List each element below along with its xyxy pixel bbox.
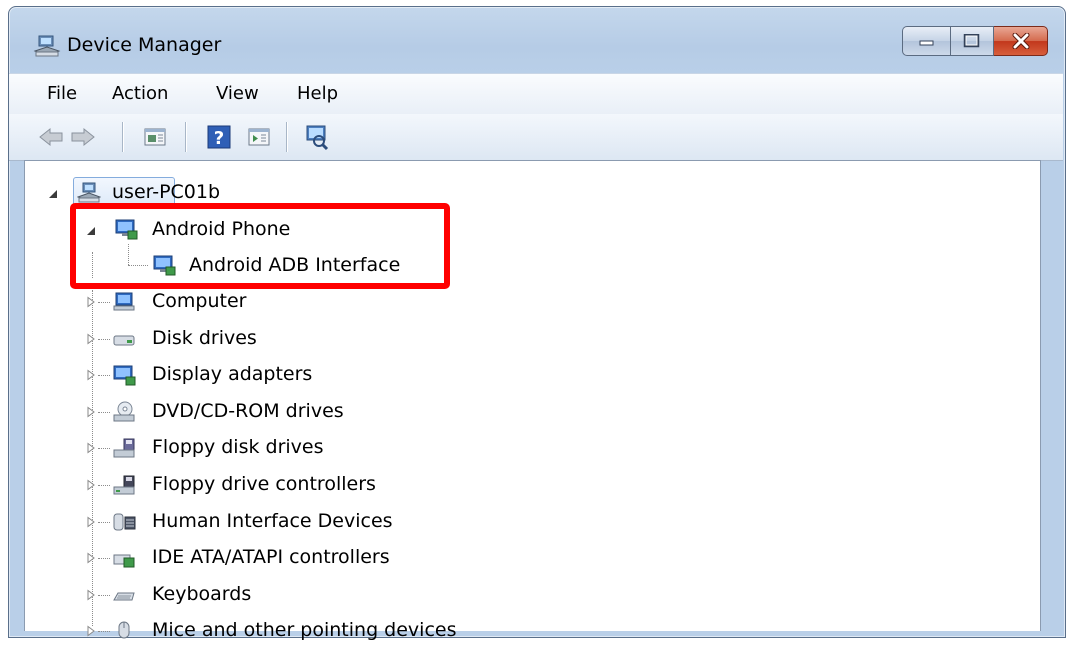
tree-guide: [98, 375, 110, 376]
expand-arrow-icon[interactable]: [85, 479, 97, 491]
menu-bar: File Action View Help: [9, 73, 1063, 115]
tree-guide: [98, 522, 110, 523]
tree-category-row[interactable]: Display adapters: [84, 358, 504, 392]
tree-guide: [98, 412, 110, 413]
tree-category-label: Display adapters: [152, 363, 313, 385]
tree-category-row[interactable]: IDE ATA/ATAPI controllers: [84, 541, 504, 575]
tree-guide: [98, 595, 110, 596]
tree-category-label: Keyboards: [152, 583, 252, 605]
toolbar-separator: [122, 122, 123, 152]
maximize-button[interactable]: [950, 26, 994, 56]
toolbar-separator: [286, 122, 287, 152]
tree-category-row[interactable]: Computer: [84, 285, 504, 319]
tree-category-label: DVD/CD-ROM drives: [152, 400, 344, 422]
tree-category-row[interactable]: Floppy drive controllers: [84, 468, 504, 502]
help-icon[interactable]: ?: [205, 123, 233, 151]
expand-arrow-icon[interactable]: [85, 625, 97, 637]
tree-category-label: Floppy drive controllers: [152, 473, 376, 495]
tree-category-label: IDE ATA/ATAPI controllers: [152, 546, 390, 568]
tree-category-row[interactable]: Mice and other pointing devices: [84, 614, 504, 648]
keyboard-icon: [113, 592, 135, 601]
minimize-button[interactable]: [902, 26, 950, 56]
highlight-annotation: [70, 203, 450, 289]
dvd-drive-icon: [113, 401, 135, 422]
floppy-controller-icon: [113, 475, 135, 495]
display-adapter-icon: [113, 365, 136, 386]
expand-arrow-icon[interactable]: [85, 369, 97, 381]
tree-guide: [98, 448, 110, 449]
tree-category-label: Disk drives: [152, 327, 257, 349]
properties-icon[interactable]: [141, 123, 169, 151]
expand-arrow-icon[interactable]: [85, 552, 97, 564]
toolbar-separator: [185, 122, 186, 152]
menu-file[interactable]: File: [47, 83, 77, 104]
maximize-icon: [963, 34, 980, 48]
expand-arrow-icon[interactable]: [85, 333, 97, 345]
tree-category-row[interactable]: DVD/CD-ROM drives: [84, 395, 504, 429]
expand-arrow-icon[interactable]: [85, 516, 97, 528]
tree-guide: [98, 485, 110, 486]
tree-category-row[interactable]: Keyboards: [84, 578, 504, 612]
forward-icon[interactable]: [69, 123, 97, 151]
expand-arrow-icon[interactable]: [85, 442, 97, 454]
window-title: Device Manager: [67, 34, 222, 56]
ide-controller-icon: [113, 554, 135, 568]
tree-category-row[interactable]: Human Interface Devices: [84, 505, 504, 539]
back-icon[interactable]: [37, 123, 65, 151]
toolbar: ?: [9, 114, 1063, 161]
expand-arrow-icon[interactable]: [85, 406, 97, 418]
menu-help[interactable]: Help: [297, 83, 338, 104]
svg-text:?: ?: [214, 128, 224, 149]
minimize-icon: [919, 40, 933, 46]
disk-drive-icon: [113, 335, 135, 346]
title-bar[interactable]: Device Manager: [9, 7, 1065, 73]
expand-arrow-icon[interactable]: [85, 589, 97, 601]
device-manager-icon: [33, 35, 61, 57]
tree-category-label: Human Interface Devices: [152, 510, 393, 532]
tree-category-row[interactable]: Floppy disk drives: [84, 431, 504, 465]
menu-view[interactable]: View: [216, 83, 259, 104]
floppy-disk-icon: [113, 438, 135, 458]
tree-guide: [98, 339, 110, 340]
tree-category-row[interactable]: Disk drives: [84, 322, 504, 356]
tree-guide: [98, 558, 110, 559]
hid-icon: [113, 513, 136, 531]
computer-icon: [77, 182, 101, 203]
close-icon: [1012, 33, 1029, 49]
tree-category-label: Mice and other pointing devices: [152, 619, 457, 641]
computer-icon: [113, 292, 135, 311]
scan-hardware-icon[interactable]: [303, 123, 331, 151]
update-driver-icon[interactable]: [245, 123, 273, 151]
tree-guide: [98, 302, 110, 303]
menu-action[interactable]: Action: [112, 83, 168, 104]
expand-arrow-icon[interactable]: [85, 296, 97, 308]
root-label: user-PC01b: [112, 181, 221, 203]
tree-guide: [98, 631, 110, 632]
collapse-arrow-icon[interactable]: [47, 188, 59, 200]
tree-category-label: Computer: [152, 290, 247, 312]
mouse-icon: [118, 621, 130, 639]
tree-category-label: Floppy disk drives: [152, 436, 324, 458]
caption-buttons: [902, 26, 1048, 56]
close-button[interactable]: [994, 26, 1048, 56]
